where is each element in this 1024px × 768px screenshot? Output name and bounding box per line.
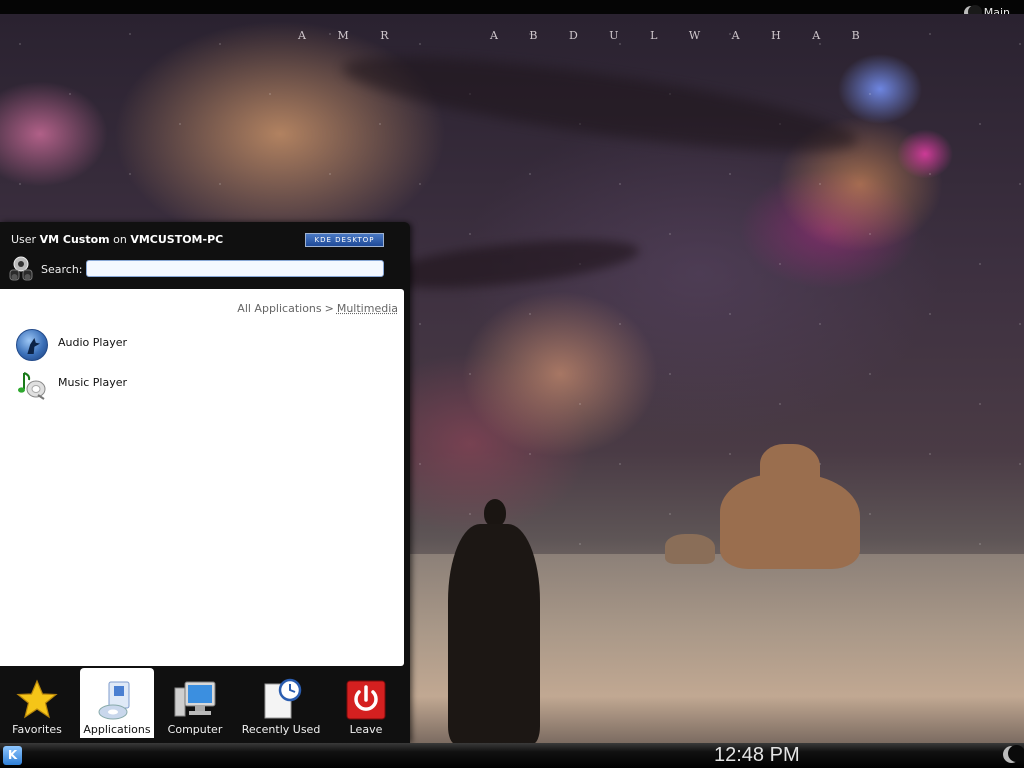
audio-player-icon (16, 329, 48, 361)
power-icon (344, 678, 388, 722)
user-name: VM Custom (39, 233, 110, 246)
breadcrumb-multimedia[interactable]: Multimedia (337, 302, 398, 315)
music-player-icon (16, 369, 48, 401)
wallpaper-small-rock (665, 534, 715, 564)
panel-cashew-icon[interactable] (1003, 745, 1024, 763)
wallpaper-rock-top (760, 444, 820, 494)
digital-clock[interactable]: 12:48 PM (714, 744, 800, 767)
wallpaper-silhouette-head (484, 499, 506, 527)
app-label: Audio Player (58, 335, 127, 349)
app-item-audio-player[interactable]: Audio Player (16, 327, 396, 363)
tab-applications[interactable]: Applications (80, 668, 154, 738)
search-label: Search: (41, 263, 83, 276)
search-input[interactable] (86, 260, 384, 277)
tab-label: Computer (167, 723, 223, 736)
bottom-panel: K 12:48 PM (0, 743, 1024, 768)
search-binoculars-icon (7, 255, 35, 283)
kickoff-tab-bar: Favorites Applications Computer Recently… (0, 668, 410, 743)
on-text: on (113, 233, 127, 246)
kde-desktop-logo: KDE DESKTOP (305, 233, 384, 247)
breadcrumb: All Applications > Multimedia (237, 302, 398, 315)
applications-panel: All Applications > Multimedia Audio Play… (0, 289, 404, 666)
tab-favorites[interactable]: Favorites (0, 668, 74, 738)
tab-recently-used[interactable]: Recently Used (240, 668, 322, 738)
star-icon (15, 678, 59, 722)
user-prefix: User (11, 233, 37, 246)
tab-label: Favorites (12, 723, 62, 736)
host-name: VMCUSTOM-PC (130, 233, 224, 246)
kickoff-menu: User VM Custom on VMCUSTOM-PC KDE DESKTO… (0, 222, 410, 743)
top-panel: Main (0, 0, 1024, 20)
tab-leave[interactable]: Leave (329, 668, 403, 738)
app-item-music-player[interactable]: Music Player (16, 367, 396, 403)
recently-used-icon (259, 678, 303, 722)
user-info: User VM Custom on VMCUSTOM-PC (11, 233, 223, 246)
breadcrumb-separator: > (324, 302, 334, 315)
applications-icon (95, 678, 139, 722)
wallpaper-signature: A M R A B D U L W A H A B (298, 29, 874, 42)
wallpaper-silhouette-body (448, 524, 540, 743)
tab-label: Recently Used (241, 723, 321, 736)
computer-icon (173, 678, 217, 722)
tab-label: Applications (83, 723, 151, 736)
app-label: Music Player (58, 375, 128, 389)
kickoff-header: User VM Custom on VMCUSTOM-PC KDE DESKTO… (0, 222, 410, 287)
breadcrumb-all-applications[interactable]: All Applications (237, 302, 321, 315)
tab-label: Leave (349, 723, 383, 736)
kmenu-launcher-button[interactable]: K (3, 746, 22, 765)
tab-computer[interactable]: Computer (158, 668, 232, 738)
